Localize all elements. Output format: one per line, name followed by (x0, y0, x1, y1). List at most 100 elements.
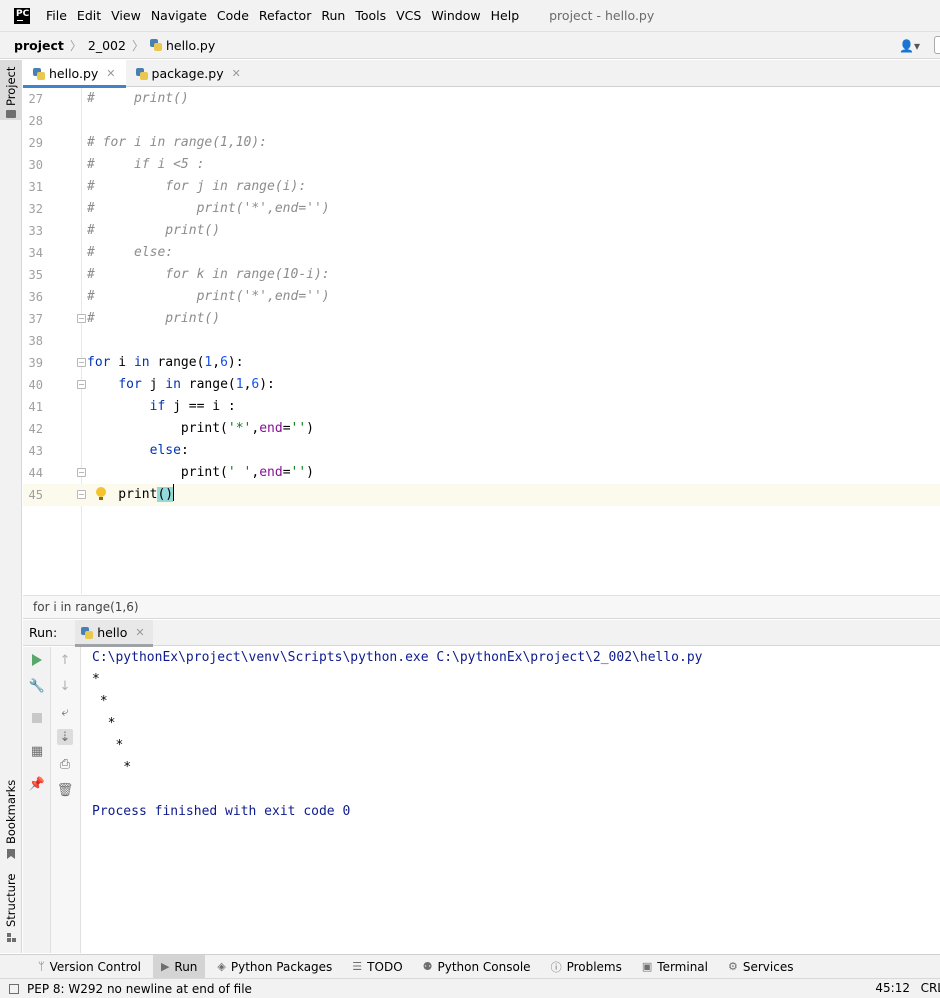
stop-button[interactable] (29, 710, 45, 726)
line-separator[interactable]: CRL (921, 981, 940, 995)
code-line[interactable]: 40 for j in range(1,6): (23, 374, 940, 396)
user-account-button[interactable]: 👤▾ (899, 39, 920, 53)
code-editor[interactable]: 27 # print() 28 29 # for i in range(1,10):… (23, 88, 940, 594)
close-icon[interactable]: ✕ (135, 626, 144, 639)
text-caret (173, 484, 175, 501)
code-line[interactable]: 34 # else: (23, 242, 940, 264)
close-icon[interactable]: ✕ (106, 67, 115, 80)
menu-run[interactable]: Run (321, 8, 345, 23)
code-structure-breadcrumb[interactable]: for i in range(1,6) (23, 595, 940, 619)
run-tab-label: hello (97, 625, 128, 640)
code-line[interactable]: 33 # print() (23, 220, 940, 242)
clear-all-button[interactable]: 🗑 (56, 782, 74, 798)
scroll-to-end-button[interactable]: ⇣ (57, 729, 73, 745)
tab-label: package.py (151, 66, 224, 81)
code-line[interactable]: 27 # print() (23, 88, 940, 110)
breadcrumb-file[interactable]: hello.py (166, 38, 215, 53)
line-number: 35 (28, 268, 43, 282)
bookmarks-tool-tab[interactable]: Bookmarks (0, 780, 22, 860)
tab-services[interactable]: ⚙ Services (720, 955, 801, 979)
wrap-icon: ⤶ (61, 704, 69, 720)
tab-version-control[interactable]: ᛘ Version Control (30, 955, 149, 979)
line-number: 44 (28, 466, 43, 480)
line-number: 39 (28, 356, 43, 370)
tab-todo[interactable]: ☰ TODO (344, 955, 410, 979)
toolbar-overflow[interactable] (934, 36, 940, 54)
tab-label: Services (742, 959, 794, 974)
tab-terminal[interactable]: ▣ Terminal (634, 955, 716, 979)
line-number: 45 (28, 488, 43, 502)
scroll-up-button[interactable]: ↑ (57, 652, 73, 668)
tab-python-packages[interactable]: ◈ Python Packages (209, 955, 340, 979)
menu-vcs[interactable]: VCS (396, 8, 421, 23)
console-line: * (92, 672, 100, 687)
python-file-icon (135, 67, 148, 80)
code-line[interactable]: 41 if j == i : (23, 396, 940, 418)
menu-help[interactable]: Help (491, 8, 520, 23)
tab-run[interactable]: ▶ Run (152, 954, 206, 979)
left-tool-strip: Project Bookmarks Structure (0, 60, 22, 953)
run-console[interactable]: C:\pythonEx\project\venv\Scripts\python.… (82, 647, 940, 953)
line-number: 41 (28, 400, 43, 414)
close-icon[interactable]: ✕ (232, 67, 241, 80)
menu-edit[interactable]: Edit (77, 8, 101, 23)
code-line[interactable]: 28 (23, 110, 940, 132)
status-message[interactable]: PEP 8: W292 no newline at end of file (27, 982, 252, 996)
toggle-tool-windows-icon[interactable] (9, 983, 19, 994)
menu-navigate[interactable]: Navigate (151, 8, 207, 23)
code-line[interactable]: 39 for i in range(1,6): (23, 352, 940, 374)
soft-wrap-button[interactable]: ⤶ (57, 704, 73, 720)
breadcrumb-project[interactable]: project (14, 38, 64, 53)
menu-refactor[interactable]: Refactor (259, 8, 311, 23)
tab-python-console[interactable]: ⚉ Python Console (415, 955, 539, 979)
print-button[interactable]: ⎙ (57, 756, 73, 772)
edit-config-button[interactable]: 🔧 (29, 678, 45, 694)
code-line[interactable]: 32 # print('*',end='') (23, 198, 940, 220)
fold-marker-icon[interactable] (77, 358, 86, 367)
console-line: * (92, 738, 124, 753)
menu-tools[interactable]: Tools (355, 8, 386, 23)
line-number: 37 (28, 312, 43, 326)
tab-label: Problems (566, 959, 622, 974)
run-toolbar-primary: 🔧 ▦ 📌 (23, 647, 51, 953)
rerun-button[interactable] (29, 652, 45, 668)
code-line[interactable]: 30 # if i <5 : (23, 154, 940, 176)
code-line[interactable]: 31 # for j in range(i): (23, 176, 940, 198)
code-line[interactable]: 37 # print() (23, 308, 940, 330)
menu-code[interactable]: Code (217, 8, 249, 23)
layout-button[interactable]: ▦ (29, 743, 45, 759)
code-line[interactable]: 36 # print('*',end='') (23, 286, 940, 308)
tab-label: Python Console (437, 959, 531, 974)
breadcrumb-folder[interactable]: 2_002 (88, 38, 126, 53)
project-tool-tab[interactable]: Project (0, 60, 22, 120)
fold-marker-icon[interactable] (77, 468, 86, 477)
bookmark-icon (7, 849, 15, 859)
code-line-current[interactable]: 45 print() (23, 484, 940, 506)
console-line: * (92, 760, 132, 775)
fold-marker-icon[interactable] (77, 314, 86, 323)
code-line[interactable]: 43 else: (23, 440, 940, 462)
menu-view[interactable]: View (111, 8, 141, 23)
run-config-tab[interactable]: hello ✕ (75, 619, 154, 647)
fold-marker-icon[interactable] (77, 380, 86, 389)
pin-tab-button[interactable]: 📌 (29, 776, 45, 792)
console-line: Process finished with exit code 0 (92, 804, 351, 819)
tab-hello-py[interactable]: hello.py ✕ (23, 60, 126, 88)
line-number: 32 (28, 202, 43, 216)
tab-package-py[interactable]: package.py ✕ (126, 60, 251, 87)
caret-position[interactable]: 45:12 (875, 981, 910, 995)
scroll-down-button[interactable]: ↓ (57, 678, 73, 694)
code-line[interactable]: 35 # for k in range(10-i): (23, 264, 940, 286)
menu-window[interactable]: Window (431, 8, 480, 23)
printer-icon: ⎙ (59, 756, 71, 772)
status-bar: PEP 8: W292 no newline at end of file 45… (0, 978, 940, 998)
code-line[interactable]: 42 print('*',end='') (23, 418, 940, 440)
code-line[interactable]: 29 # for i in range(1,10): (23, 132, 940, 154)
code-line[interactable]: 38 (23, 330, 940, 352)
fold-marker-icon[interactable] (77, 490, 86, 499)
trash-icon: 🗑 (56, 782, 74, 798)
tab-problems[interactable]: ⓘ Problems (543, 955, 630, 979)
structure-tool-tab[interactable]: Structure (0, 874, 22, 945)
menu-file[interactable]: File (46, 8, 67, 23)
code-line[interactable]: 44 print(' ',end='') (23, 462, 940, 484)
